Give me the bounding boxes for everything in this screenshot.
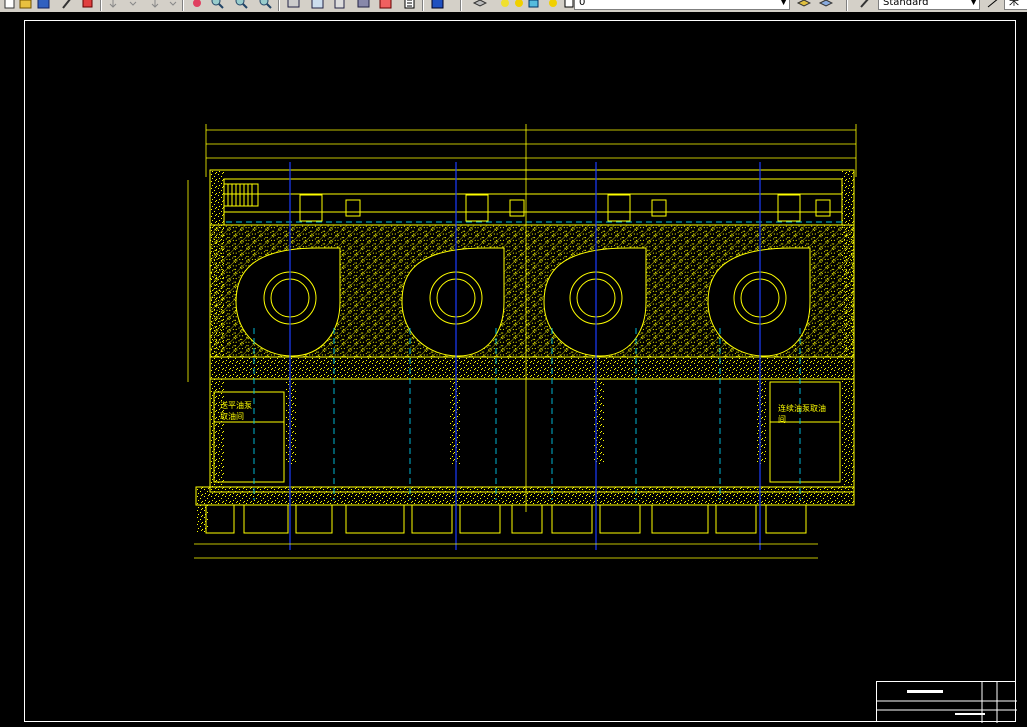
sheetset-icon[interactable] (356, 0, 371, 10)
layer-dropdown[interactable]: 0 ▼ (574, 0, 790, 10)
properties-icon[interactable] (286, 0, 301, 10)
open-icon[interactable] (18, 0, 33, 10)
matchprop-icon[interactable] (60, 0, 75, 10)
calculator-icon[interactable] (402, 0, 417, 10)
layer-lock-icon[interactable] (526, 0, 541, 10)
pump-volute (235, 247, 341, 357)
zoom-previous-icon[interactable] (258, 0, 273, 10)
pump-volute (401, 247, 505, 357)
dimstyle-value: 米 (1009, 0, 1019, 8)
paint-icon[interactable] (80, 0, 95, 10)
markup-icon[interactable] (378, 0, 393, 10)
zoom-realtime-icon[interactable] (210, 0, 225, 10)
text-style-value: Standard (883, 0, 929, 8)
room-label-left: 送平油泵 (220, 400, 252, 410)
layer-dropdown-value: 0 (579, 0, 586, 8)
room-label-left-2: 取油间 (220, 411, 244, 421)
room-label-right: 连续油泵取油 (778, 403, 826, 413)
new-icon[interactable] (2, 0, 17, 10)
room-label-right-2: 间 (778, 415, 786, 424)
layer-sun-icon[interactable] (512, 0, 527, 10)
undo-dropdown-icon[interactable] (126, 0, 141, 10)
pan-icon[interactable] (190, 0, 205, 10)
redo-dropdown-icon[interactable] (166, 0, 181, 10)
help-icon[interactable] (430, 0, 445, 10)
text-style-dropdown[interactable]: Standard ▼ (878, 0, 980, 10)
chevron-down-icon: ▼ (970, 0, 977, 7)
title-block (876, 681, 1017, 723)
save-icon[interactable] (36, 0, 51, 10)
layer-state-icon[interactable] (498, 0, 513, 10)
chevron-down-icon: ▼ (780, 0, 787, 7)
undo-icon[interactable] (106, 0, 121, 10)
layer-color-icon[interactable] (546, 0, 561, 10)
dimstyle-dropdown[interactable]: 米 (1004, 0, 1027, 10)
zoom-window-icon[interactable] (234, 0, 249, 10)
text-style-icon[interactable] (858, 0, 873, 10)
toolpalettes-icon[interactable] (332, 0, 347, 10)
drawing-canvas[interactable]: 送平油泵 取油间 连续油泵取油 间 (0, 12, 1027, 723)
pump-station-plan: 送平油泵 取油间 连续油泵取油 间 (187, 124, 857, 559)
layer-previous-icon[interactable] (796, 0, 811, 10)
dimstyle-icon[interactable] (986, 0, 1001, 10)
redo-icon[interactable] (148, 0, 163, 10)
layer-tools-icon[interactable] (818, 0, 833, 10)
layer-manager-icon[interactable] (472, 0, 487, 10)
designcenter-icon[interactable] (310, 0, 325, 10)
